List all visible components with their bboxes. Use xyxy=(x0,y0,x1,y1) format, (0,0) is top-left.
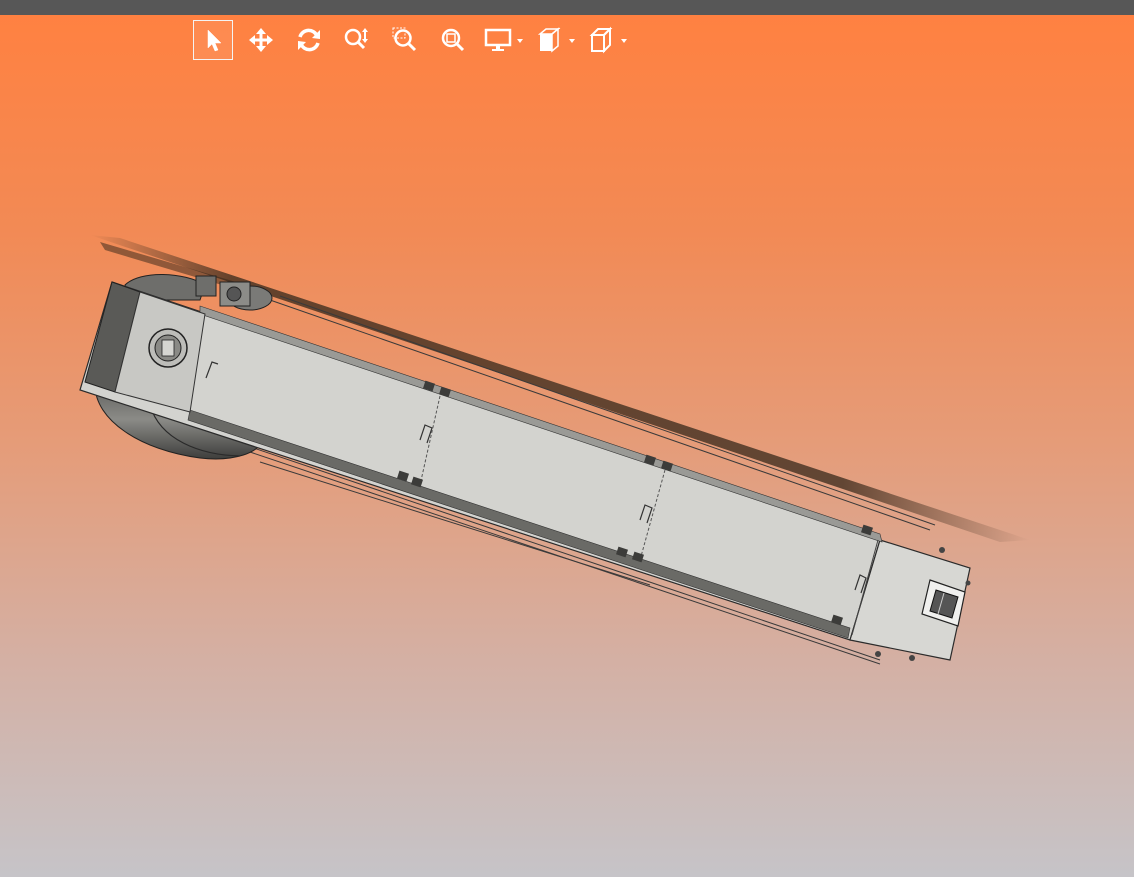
zoom-area-icon xyxy=(392,27,417,51)
display-style-dropdown[interactable] xyxy=(481,20,523,60)
section-icon xyxy=(537,26,561,53)
conveyor-model[interactable] xyxy=(0,0,1134,877)
chevron-down-icon xyxy=(517,38,523,43)
rotate-icon xyxy=(298,28,320,51)
zoom-to-area-button[interactable] xyxy=(385,20,425,60)
view-orientation-button[interactable] xyxy=(585,20,619,60)
view-orientation-dropdown[interactable] xyxy=(585,20,627,60)
rotate-tool-button[interactable] xyxy=(289,20,329,60)
zoom-updown-icon xyxy=(344,27,368,49)
chevron-down-icon xyxy=(621,38,627,43)
monitor-icon xyxy=(484,28,512,51)
zoom-to-fit-button[interactable] xyxy=(433,20,473,60)
zoom-fit-icon xyxy=(441,28,465,51)
view-toolbar xyxy=(193,19,637,60)
zoom-in-out-button[interactable] xyxy=(337,20,377,60)
section-view-button[interactable] xyxy=(533,20,567,60)
conveyor-body xyxy=(79,281,971,661)
display-style-button[interactable] xyxy=(481,20,515,60)
four-way-arrows-icon xyxy=(249,27,273,52)
chevron-down-icon xyxy=(569,38,575,43)
section-view-dropdown[interactable] xyxy=(533,20,575,60)
arrow-cursor-icon xyxy=(207,28,222,51)
pan-tool-button[interactable] xyxy=(241,20,281,60)
inspection-port xyxy=(148,328,188,368)
select-tool-button[interactable] xyxy=(193,19,233,60)
cube-icon xyxy=(589,26,613,53)
